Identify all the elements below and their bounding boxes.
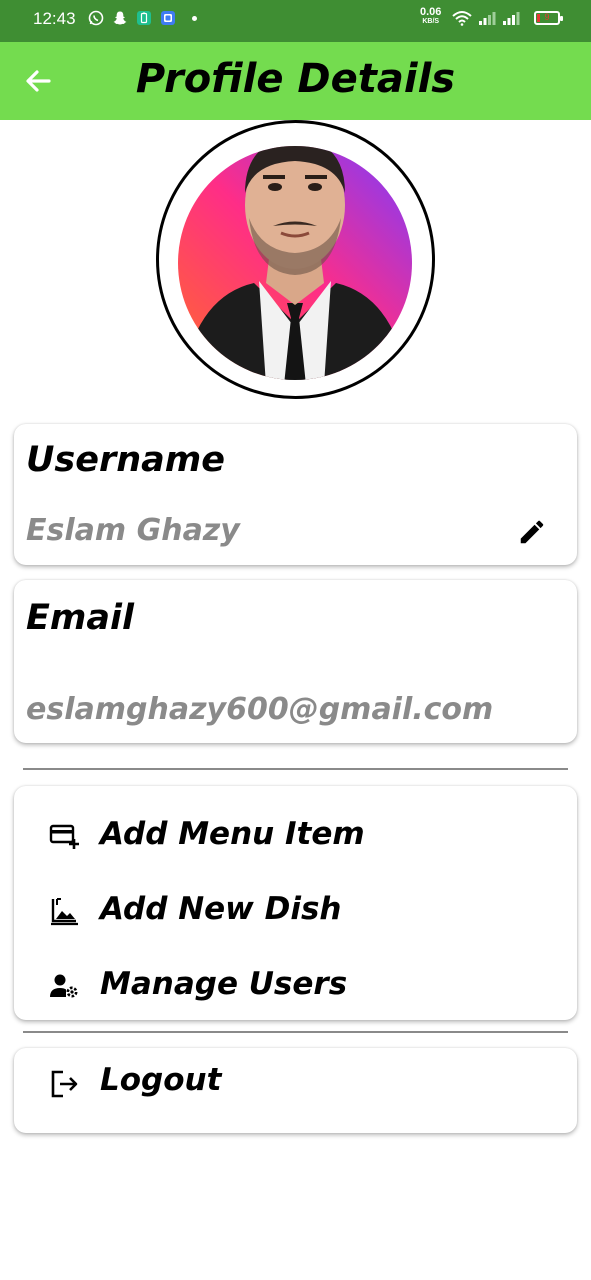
page-title: Profile Details — [135, 56, 456, 102]
menu-item-add-new-dish[interactable]: Add New Dish — [14, 881, 577, 941]
logout-label: Logout — [100, 1062, 222, 1098]
card-plus-icon — [49, 824, 79, 849]
notification-icons — [88, 10, 197, 26]
pencil-icon — [520, 520, 544, 544]
network-speed-unit: KB/S — [422, 18, 440, 25]
username-card: Username Eslam Ghazy — [14, 424, 577, 565]
network-speed-value: 0.06 — [420, 6, 442, 18]
email-label: Email — [26, 598, 134, 638]
menu-item-label: Add New Dish — [100, 891, 342, 927]
email-card: Email eslamghazy600@gmail.com — [14, 580, 577, 743]
status-time: 12:43 — [33, 9, 76, 28]
username-label: Username — [26, 440, 225, 480]
admin-menu-card: Add Menu Item Add New Dish Manage Users — [14, 786, 577, 1020]
avatar[interactable] — [156, 120, 435, 399]
status-bar: 12:43 0.06 KB/S 9 — [0, 0, 591, 42]
menu-item-label: Add Menu Item — [100, 816, 365, 852]
signal-icon — [503, 12, 520, 25]
snapchat-icon — [113, 11, 127, 25]
menu-item-manage-users[interactable]: Manage Users — [14, 956, 577, 1016]
divider — [23, 1031, 568, 1033]
app-icon — [161, 11, 175, 25]
battery-icon: 9 — [534, 11, 563, 25]
email-value: eslamghazy600@gmail.com — [26, 692, 494, 727]
wifi-icon — [452, 11, 472, 26]
app-bar: Profile Details — [0, 42, 591, 120]
menu-item-label: Manage Users — [100, 966, 348, 1002]
battery-level: 9 — [544, 12, 550, 22]
signal-icon — [479, 12, 496, 25]
more-notifications-dot — [192, 15, 197, 21]
manage-users-icon — [50, 974, 78, 998]
username-value: Eslam Ghazy — [26, 513, 240, 548]
battery-saver-icon — [137, 11, 151, 25]
logout-button[interactable]: Logout — [14, 1062, 577, 1128]
dish-image-icon — [51, 898, 78, 926]
logout-card[interactable]: Logout — [14, 1048, 577, 1133]
profile-photo — [178, 146, 412, 380]
network-speed: 0.06 KB/S — [420, 6, 442, 26]
logout-icon — [51, 1070, 78, 1098]
divider — [23, 768, 568, 770]
menu-item-add-menu-item[interactable]: Add Menu Item — [14, 806, 577, 866]
edit-username-button[interactable] — [517, 517, 547, 547]
system-icons: 9 — [452, 10, 563, 26]
whatsapp-icon — [88, 10, 104, 26]
